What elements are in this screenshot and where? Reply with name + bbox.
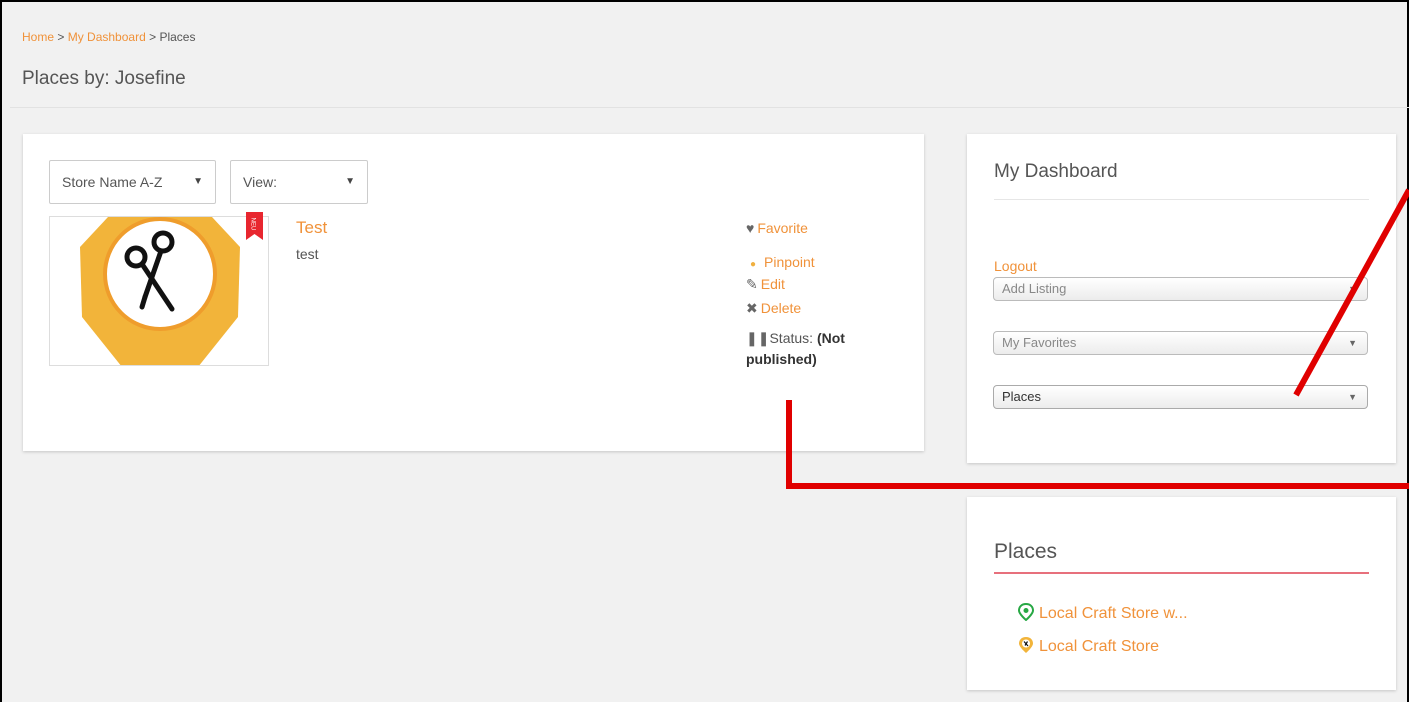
chevron-down-icon: ▼	[193, 176, 203, 187]
close-icon: ✖	[746, 300, 758, 316]
pin-icon: ●	[750, 259, 757, 270]
my-favorites-select-value: My Favorites	[1002, 335, 1077, 350]
breadcrumb: Home > My Dashboard > Places	[22, 30, 195, 44]
view-select-value: View:	[243, 174, 277, 190]
view-select[interactable]: View: ▼	[230, 160, 368, 204]
add-listing-select[interactable]: Add Listing ▼	[993, 277, 1368, 301]
heart-icon: ♥	[746, 220, 755, 236]
pinpoint-label: Pinpoint	[764, 254, 815, 270]
breadcrumb-home-link[interactable]: Home	[22, 30, 54, 44]
my-favorites-select[interactable]: My Favorites ▼	[993, 331, 1368, 355]
new-badge-text: NEU	[250, 218, 256, 231]
status-text: ❚❚Status: (Not published)	[746, 328, 886, 370]
dashboard-widget: My Dashboard Logout Add Listing ▼ My Fav…	[967, 134, 1396, 463]
scissors-pin-icon	[80, 217, 240, 365]
add-listing-select-value: Add Listing	[1002, 281, 1067, 296]
dashboard-divider	[994, 199, 1369, 200]
edit-label: Edit	[760, 276, 785, 292]
listing-card: Store Name A-Z ▼ View: ▼ NEU Test test ♥…	[23, 134, 924, 451]
dashboard-title: My Dashboard	[994, 161, 1118, 182]
title-divider	[10, 107, 1409, 108]
pause-icon: ❚❚	[746, 330, 770, 346]
breadcrumb-current: Places	[159, 30, 196, 44]
places-widget-title: Places	[994, 540, 1058, 563]
logout-link[interactable]: Logout	[994, 258, 1037, 274]
place-item[interactable]: Local Craft Store w...	[1018, 603, 1188, 623]
places-select[interactable]: Places ▼	[993, 385, 1368, 409]
breadcrumb-dashboard-link[interactable]: My Dashboard	[68, 30, 146, 44]
favorite-label: Favorite	[757, 220, 808, 236]
chevron-down-icon: ▼	[1348, 338, 1357, 348]
edit-icon: ✎	[746, 276, 758, 292]
listing-title-link[interactable]: Test	[296, 218, 327, 238]
green-pin-icon	[1018, 603, 1034, 621]
sort-select-value: Store Name A-Z	[62, 174, 163, 190]
delete-action[interactable]: ✖ Delete	[746, 300, 801, 317]
favorite-action[interactable]: ♥ Favorite	[746, 220, 808, 236]
place-item[interactable]: Local Craft Store	[1018, 636, 1159, 656]
edit-action[interactable]: ✎ Edit	[746, 276, 785, 293]
place-item-label: Local Craft Store	[1039, 638, 1160, 655]
places-select-value: Places	[1002, 389, 1042, 404]
pinpoint-action[interactable]: ● Pinpoint	[750, 254, 815, 270]
listing-thumbnail[interactable]	[49, 216, 269, 366]
chevron-down-icon: ▼	[1348, 284, 1357, 294]
place-item-label: Local Craft Store w...	[1039, 605, 1188, 622]
delete-label: Delete	[760, 300, 802, 316]
status-label: Status:	[769, 330, 814, 346]
breadcrumb-separator: >	[54, 30, 68, 44]
sort-select[interactable]: Store Name A-Z ▼	[49, 160, 216, 204]
new-ribbon-icon: NEU	[246, 212, 263, 240]
scissors-pin-icon	[1019, 637, 1033, 653]
listing-description: test	[296, 246, 319, 262]
chevron-down-icon: ▼	[1348, 392, 1357, 402]
places-widget-divider	[994, 572, 1369, 574]
places-widget: Places Local Craft Store w... Local Craf…	[967, 497, 1396, 690]
breadcrumb-separator: >	[145, 30, 160, 44]
page-title: Places by: Josefine	[22, 68, 186, 89]
chevron-down-icon: ▼	[345, 176, 355, 187]
